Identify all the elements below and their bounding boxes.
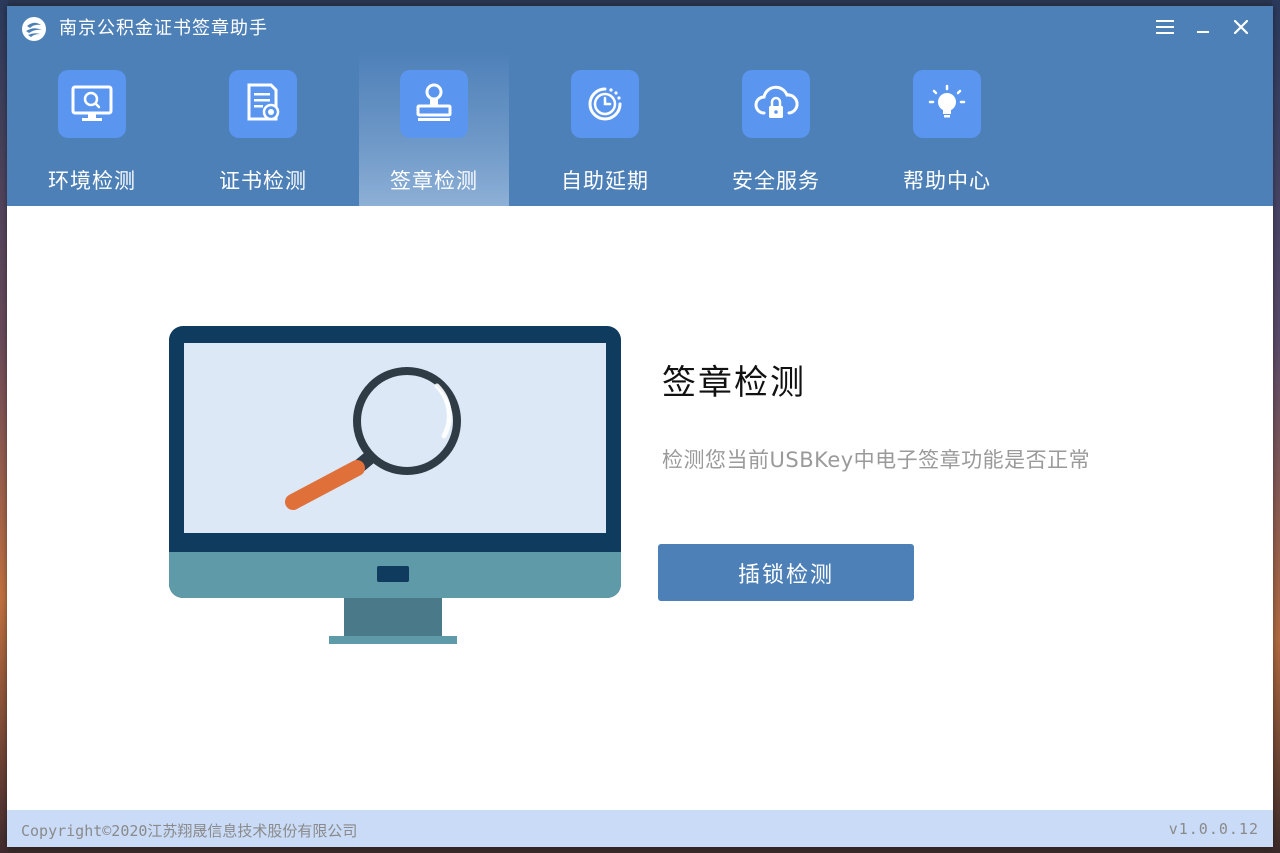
nav-item-security-service[interactable]: 安全服务	[701, 52, 851, 206]
nav-label: 环境检测	[48, 169, 136, 193]
header: 南京公积金证书签章助手 环境检测 证书检测 签章检测 自助延期 安全服务 帮助中…	[7, 6, 1273, 206]
title-bar[interactable]: 南京公积金证书签章助手	[7, 6, 1273, 52]
section-description: 检测您当前USBKey中电子签章功能是否正常	[662, 448, 1091, 472]
version-text: v1.0.0.12	[1168, 820, 1259, 838]
monitor-search-icon	[58, 70, 126, 138]
minimize-button[interactable]	[1188, 12, 1218, 42]
close-button[interactable]	[1226, 12, 1256, 42]
stamp-icon	[400, 70, 468, 138]
menu-button[interactable]	[1150, 12, 1180, 42]
nav-item-certificate-check[interactable]: 证书检测	[188, 52, 338, 206]
cloud-lock-icon	[742, 70, 810, 138]
nav-label: 帮助中心	[903, 169, 991, 193]
app-logo-icon	[21, 16, 47, 42]
nav-label: 自助延期	[561, 169, 649, 193]
nav-label: 安全服务	[732, 169, 820, 193]
nav-item-self-extension[interactable]: 自助延期	[530, 52, 680, 206]
menu-icon	[1156, 20, 1174, 34]
lightbulb-icon	[913, 70, 981, 138]
main-content: 签章检测 检测您当前USBKey中电子签章功能是否正常 插锁检测	[7, 206, 1273, 810]
status-footer: Copyright©2020江苏翔晟信息技术股份有限公司 v1.0.0.12	[7, 810, 1273, 847]
nav-item-help-center[interactable]: 帮助中心	[872, 52, 1022, 206]
minimize-icon	[1197, 31, 1209, 33]
copyright-text: Copyright©2020江苏翔晟信息技术股份有限公司	[21, 822, 358, 840]
nav-label: 证书检测	[219, 169, 307, 193]
nav-label: 签章检测	[390, 169, 478, 193]
main-nav: 环境检测 证书检测 签章检测 自助延期 安全服务 帮助中心	[7, 52, 1273, 206]
window-title: 南京公积金证书签章助手	[59, 18, 268, 39]
clock-renew-icon	[571, 70, 639, 138]
close-icon	[1233, 19, 1249, 35]
app-window: 南京公积金证书签章助手 环境检测 证书检测 签章检测 自助延期 安全服务 帮助中…	[7, 6, 1273, 847]
nav-item-environment-check[interactable]: 环境检测	[17, 52, 167, 206]
desktop-background-right	[1272, 0, 1280, 853]
monitor-illustration	[169, 326, 621, 652]
insert-key-check-button[interactable]: 插锁检测	[658, 544, 914, 601]
certificate-icon	[229, 70, 297, 138]
section-title: 签章检测	[662, 363, 806, 403]
nav-item-signature-check[interactable]: 签章检测	[359, 52, 509, 206]
